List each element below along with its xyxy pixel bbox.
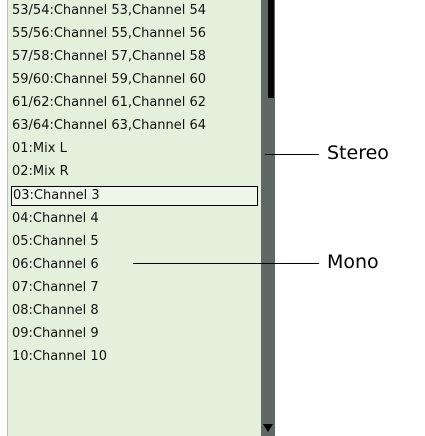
- list-item[interactable]: 07:Channel 7: [12, 277, 99, 299]
- stereo-callout-label: Stereo: [327, 142, 389, 164]
- channel-list[interactable]: 53/54:Channel 53,Channel 54 55/56:Channe…: [7, 0, 261, 436]
- list-item-mono[interactable]: 04:Channel 4: [12, 208, 99, 230]
- stereo-callout-line: [265, 154, 319, 155]
- triangle-down-icon[interactable]: [263, 424, 273, 432]
- list-item[interactable]: 57/58:Channel 57,Channel 58: [12, 46, 206, 68]
- vertical-scrollbar[interactable]: [261, 0, 275, 436]
- list-item[interactable]: 59/60:Channel 59,Channel 60: [12, 69, 206, 91]
- list-item[interactable]: 09:Channel 9: [12, 323, 99, 345]
- list-item[interactable]: 10:Channel 10: [12, 346, 107, 368]
- list-item[interactable]: 02:Mix R: [12, 161, 69, 183]
- mono-callout-label: Mono: [327, 251, 379, 273]
- list-item[interactable]: 55/56:Channel 55,Channel 56: [12, 23, 206, 45]
- scroll-thumb[interactable]: [268, 0, 274, 98]
- list-item[interactable]: 06:Channel 6: [12, 254, 99, 276]
- list-item[interactable]: 05:Channel 5: [12, 231, 99, 253]
- list-item[interactable]: 08:Channel 8: [12, 300, 99, 322]
- list-item[interactable]: 61/62:Channel 61,Channel 62: [12, 92, 206, 114]
- list-item-stereo[interactable]: 63/64:Channel 63,Channel 64: [12, 115, 206, 137]
- list-item[interactable]: 01:Mix L: [12, 138, 67, 160]
- mono-callout-line: [133, 263, 319, 264]
- list-item-selected[interactable]: 03:Channel 3: [11, 186, 258, 206]
- list-item[interactable]: 53/54:Channel 53,Channel 54: [12, 0, 206, 22]
